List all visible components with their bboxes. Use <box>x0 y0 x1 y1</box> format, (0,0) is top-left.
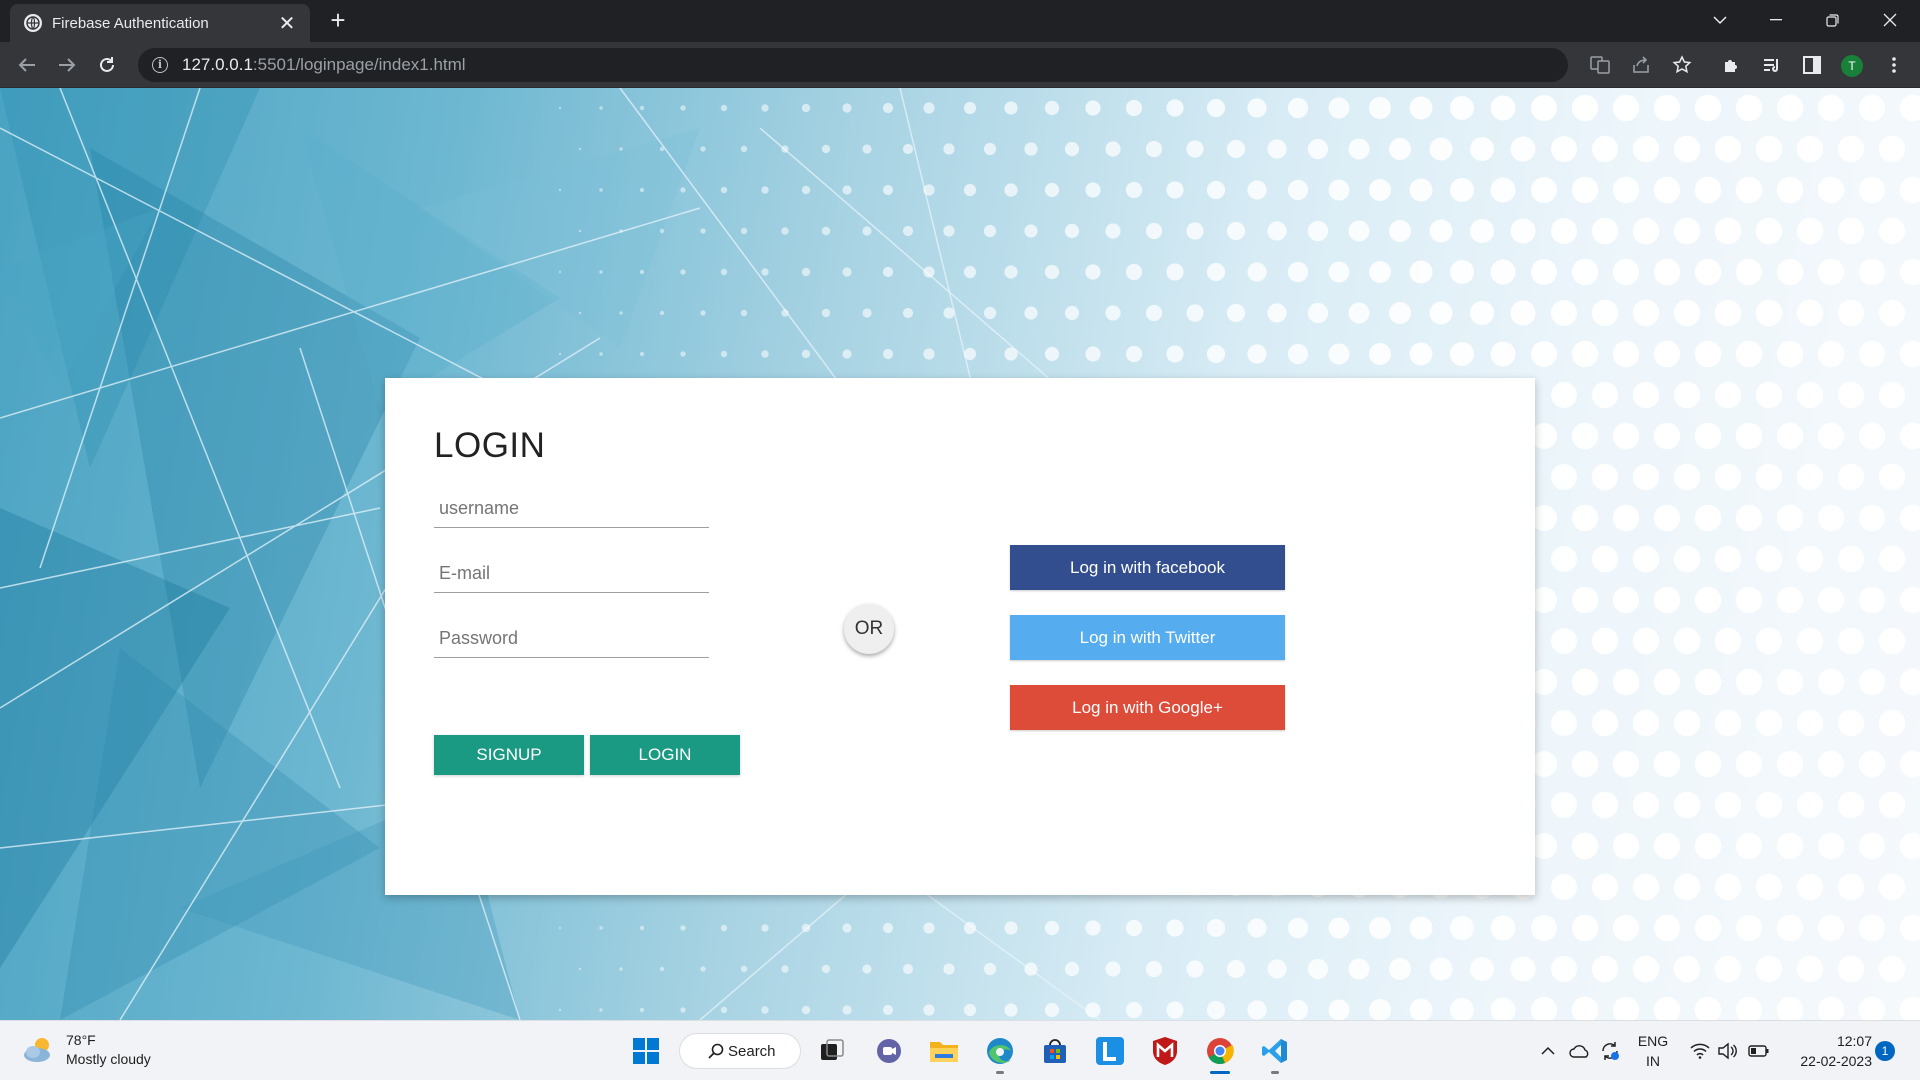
site-info-icon[interactable]: i <box>152 57 168 73</box>
taskbar-search[interactable]: Search <box>679 1033 801 1069</box>
microsoft-store-icon[interactable] <box>1035 1031 1075 1071</box>
sync-icon[interactable] <box>1598 1039 1622 1063</box>
email-input[interactable] <box>434 555 709 593</box>
teams-chat-icon[interactable] <box>869 1031 909 1071</box>
search-icon <box>708 1043 724 1059</box>
signup-button[interactable]: SIGNUP <box>434 735 584 775</box>
region-code: IN <box>1646 1053 1660 1069</box>
file-explorer-icon[interactable] <box>924 1031 964 1071</box>
google-login-button[interactable]: Log in with Google+ <box>1010 685 1285 730</box>
browser-tab[interactable]: Firebase Authentication ✕ <box>10 4 310 42</box>
edge-browser-icon[interactable] <box>980 1031 1020 1074</box>
browser-tab-strip: Firebase Authentication ✕ + <box>0 0 1920 42</box>
login-card: LOGIN SIGNUP LOGIN OR Log in with facebo… <box>385 378 1535 895</box>
minimize-icon[interactable] <box>1756 0 1796 40</box>
reading-list-icon[interactable] <box>1760 53 1784 77</box>
cloudy-weather-icon <box>24 1038 50 1062</box>
translate-icon[interactable] <box>1588 53 1612 77</box>
language-indicator[interactable]: ENG IN <box>1636 1031 1670 1071</box>
menu-kebab-icon[interactable] <box>1882 53 1906 77</box>
login-button[interactable]: LOGIN <box>590 735 740 775</box>
username-input[interactable] <box>434 490 709 528</box>
extensions-icon[interactable] <box>1720 53 1744 77</box>
onedrive-icon[interactable] <box>1568 1039 1592 1063</box>
url-path: :5501/loginpage/index1.html <box>252 55 466 74</box>
mcafee-icon[interactable] <box>1145 1031 1185 1071</box>
profile-avatar[interactable]: T <box>1841 55 1863 77</box>
task-view-icon[interactable] <box>812 1031 852 1071</box>
or-divider: OR <box>844 604 894 654</box>
search-label: Search <box>728 1042 776 1060</box>
show-hidden-icons-chevron-icon[interactable] <box>1536 1039 1560 1063</box>
weather-widget[interactable]: 78°F Mostly cloudy <box>22 1031 151 1069</box>
vscode-icon[interactable] <box>1255 1031 1295 1074</box>
url-host: 127.0.0.1 <box>182 55 253 74</box>
twitter-login-button[interactable]: Log in with Twitter <box>1010 615 1285 660</box>
bookmark-star-icon[interactable] <box>1670 53 1694 77</box>
globe-icon <box>24 14 42 32</box>
battery-icon[interactable] <box>1747 1039 1771 1063</box>
tab-search-icon[interactable] <box>1700 0 1740 40</box>
language-code: ENG <box>1637 1033 1669 1049</box>
page-viewport: LOGIN SIGNUP LOGIN OR Log in with facebo… <box>0 88 1920 1020</box>
weather-temperature: 78°F <box>66 1032 96 1048</box>
volume-icon[interactable] <box>1715 1039 1739 1063</box>
login-title: LOGIN <box>434 426 546 465</box>
tab-close-icon[interactable]: ✕ <box>276 11 298 36</box>
back-icon[interactable] <box>11 49 43 81</box>
password-input[interactable] <box>434 620 709 658</box>
system-clock[interactable]: 12:07 22-02-2023 <box>1782 1031 1872 1071</box>
clock-time: 12:07 <box>1836 1033 1872 1049</box>
weather-description: Mostly cloudy <box>66 1051 151 1067</box>
chrome-icon[interactable] <box>1200 1031 1240 1074</box>
close-window-icon[interactable] <box>1870 0 1910 40</box>
address-bar[interactable]: i 127.0.0.1:5501/loginpage/index1.html <box>138 48 1568 82</box>
facebook-login-button[interactable]: Log in with facebook <box>1010 545 1285 590</box>
side-panel-icon[interactable] <box>1800 53 1824 77</box>
start-icon[interactable] <box>626 1031 666 1071</box>
clock-date: 22-02-2023 <box>1800 1053 1872 1069</box>
taskbar: 78°F Mostly cloudy Search ENG IN 12:07 2… <box>0 1020 1920 1080</box>
share-icon[interactable] <box>1629 53 1653 77</box>
l-app-icon[interactable] <box>1090 1031 1130 1071</box>
notification-badge[interactable]: 1 <box>1875 1041 1895 1061</box>
forward-icon[interactable] <box>51 49 83 81</box>
wifi-icon[interactable] <box>1688 1039 1712 1063</box>
restore-icon[interactable] <box>1812 0 1852 40</box>
tab-title: Firebase Authentication <box>52 14 209 32</box>
reload-icon[interactable] <box>91 49 123 81</box>
browser-toolbar: i 127.0.0.1:5501/loginpage/index1.html T <box>0 42 1920 88</box>
new-tab-button[interactable]: + <box>324 6 352 34</box>
